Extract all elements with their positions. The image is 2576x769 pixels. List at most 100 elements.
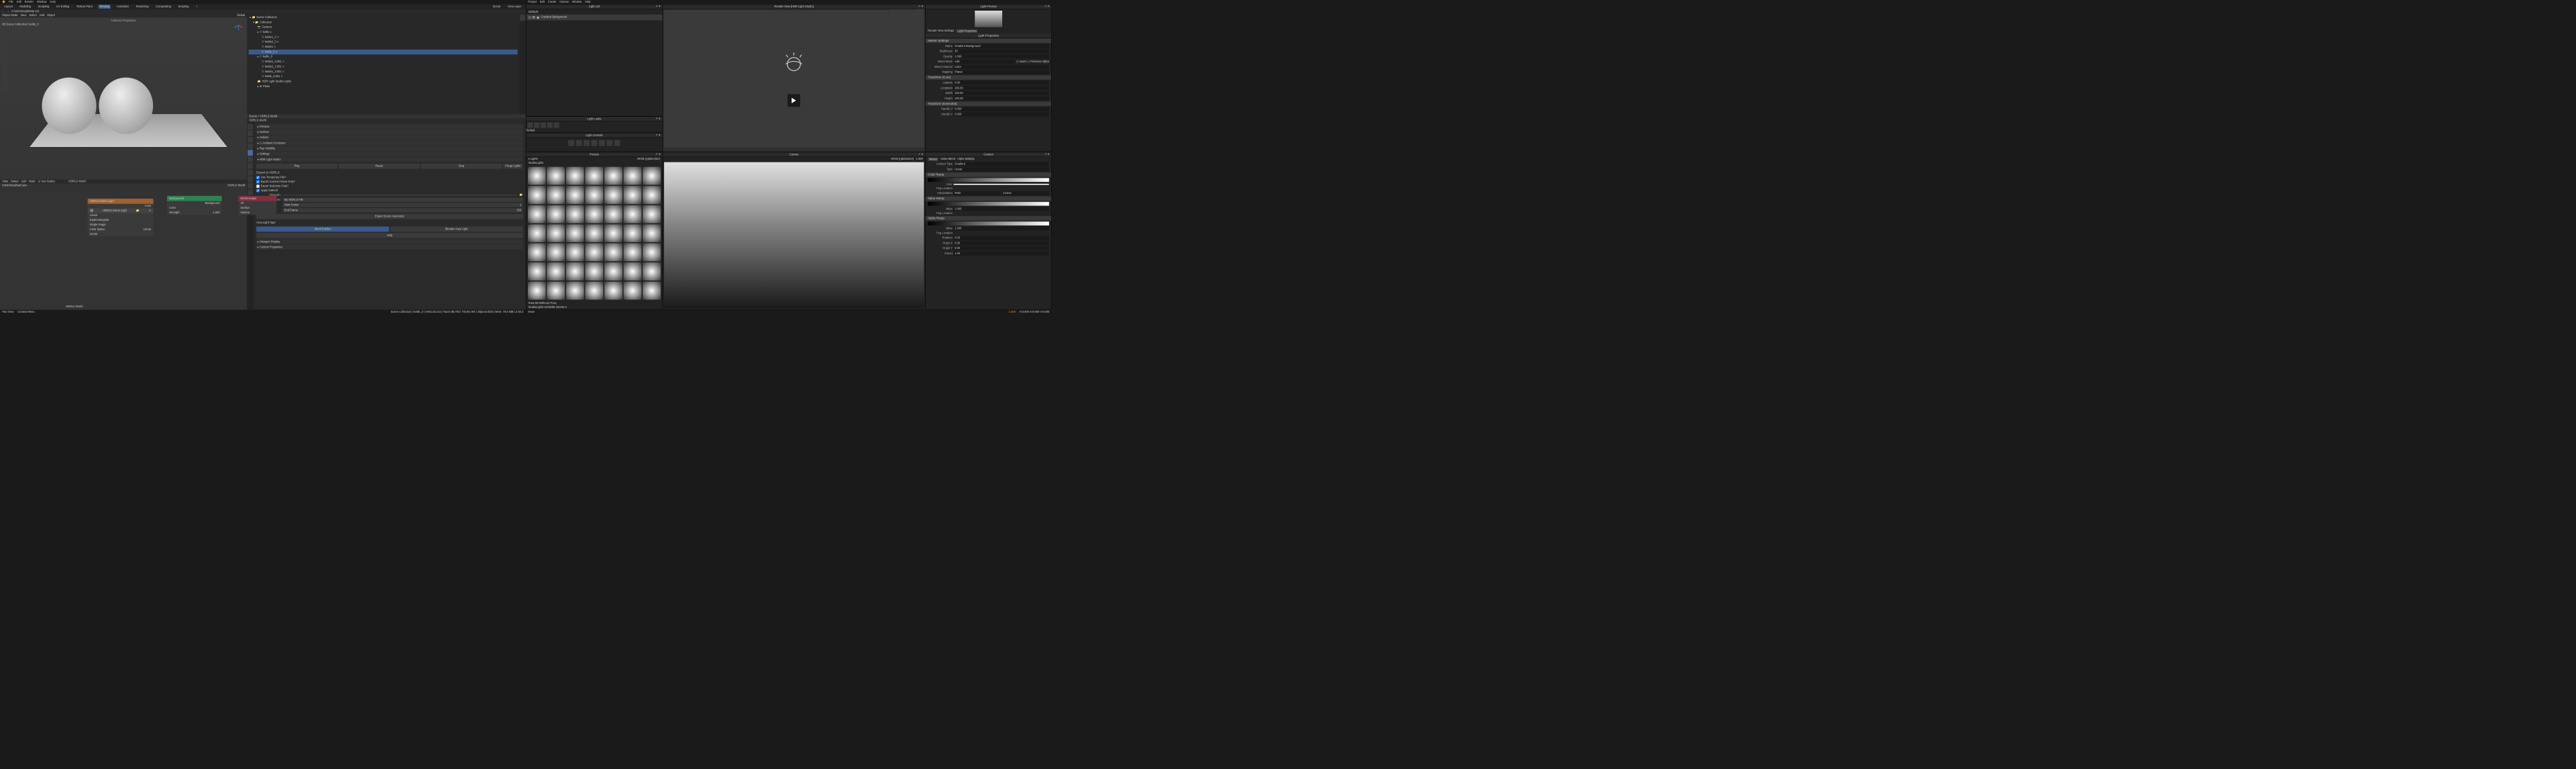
preset[interactable] (643, 224, 661, 242)
look-btn[interactable] (534, 122, 539, 127)
preset[interactable] (604, 244, 623, 262)
cosine[interactable]: Cosine (1002, 191, 1049, 195)
ctrl-btn[interactable] (606, 140, 612, 146)
viewlayer-selector[interactable]: View Layer (506, 5, 522, 9)
preset[interactable] (566, 262, 584, 280)
interp[interactable]: RGB (953, 191, 1000, 195)
sec-settings[interactable]: ▸ Settings (256, 152, 523, 157)
preset[interactable] (623, 167, 641, 185)
sec-vd[interactable]: ▸ Viewport Display (256, 239, 523, 244)
look-btn[interactable] (527, 122, 533, 127)
cs-select[interactable]: sRGB (rgbMonitor) (637, 158, 660, 160)
close-icon[interactable]: ↗ ✕ (918, 5, 924, 7)
tab-rendering[interactable]: Rendering (135, 5, 150, 9)
teapot-1[interactable] (42, 77, 97, 134)
tool-select[interactable] (1, 25, 9, 33)
close-icon[interactable]: ↗ ✕ (655, 134, 661, 136)
blend-select[interactable]: Add (953, 60, 1015, 64)
tool-transform[interactable] (1, 67, 9, 74)
look-btn[interactable] (541, 122, 546, 127)
preset[interactable] (604, 224, 623, 242)
tab-world-icon[interactable] (248, 150, 253, 156)
preset[interactable] (643, 167, 661, 185)
node-select[interactable]: Select (11, 180, 18, 183)
preset[interactable] (566, 186, 584, 204)
preset[interactable] (643, 244, 661, 262)
palpha-check[interactable]: ☐ Preserve Alpha (1027, 60, 1049, 63)
preset[interactable] (604, 205, 623, 223)
ctrl-btn[interactable] (576, 140, 582, 146)
sec-rayvis[interactable]: ▸ Ray Visibility (256, 146, 523, 152)
menu-render[interactable]: Render (25, 1, 34, 3)
rot-input[interactable]: 0.00 (953, 236, 1049, 240)
menu-select[interactable]: Select (29, 14, 36, 17)
ext-input[interactable]: 1.00 (953, 252, 1049, 256)
tab-script[interactable]: Scripting (177, 5, 190, 9)
ctrl-btn[interactable] (568, 140, 574, 146)
preset[interactable] (643, 262, 661, 280)
tab-particle-icon[interactable] (248, 170, 253, 176)
am-tab[interactable]: Alpha Multiply (957, 158, 974, 161)
preset[interactable] (643, 205, 661, 223)
menu-window[interactable]: Window (37, 1, 47, 3)
preset[interactable] (623, 262, 641, 280)
ox-input[interactable]: 0.00 (953, 241, 1049, 245)
tab-texpaint[interactable]: Texture Paint (75, 5, 93, 9)
map-select[interactable]: Planar (953, 70, 1049, 74)
nav-fwd-icon[interactable]: → (7, 10, 9, 13)
preset[interactable] (547, 282, 565, 300)
file-icon[interactable]: 📁 (136, 209, 140, 212)
preset[interactable] (623, 244, 641, 262)
tool-measure[interactable] (1, 83, 9, 91)
preset[interactable] (566, 224, 584, 242)
close-icon[interactable]: ↗ ✕ (655, 117, 661, 120)
tool-move[interactable] (1, 42, 9, 50)
master-tab[interactable]: Master (928, 158, 938, 161)
mode-select[interactable]: Object Mode (2, 14, 17, 17)
teapot-2[interactable] (99, 77, 153, 134)
stop-button[interactable]: Stop (421, 164, 502, 169)
tool-annotate[interactable] (1, 75, 9, 83)
scene-collection[interactable]: ▸ 📁 Scene Collection (249, 15, 518, 19)
start-frame[interactable]: Start Frame 1 (282, 203, 523, 207)
filename-input[interactable]: My HDRLS File (282, 198, 523, 202)
type-select[interactable]: Linear (953, 167, 1049, 171)
menu-file[interactable]: File (9, 1, 13, 3)
close-icon[interactable]: ↗ ✕ (918, 153, 924, 156)
preset[interactable] (604, 186, 623, 204)
hv-input[interactable]: 0.500 (953, 112, 1049, 116)
tab-physics-icon[interactable] (248, 176, 253, 182)
3d-viewport[interactable]: Camera Perspective (0) Scene Collection … (0, 17, 247, 179)
tab-output-icon[interactable] (248, 130, 253, 136)
color-swatch[interactable] (953, 184, 1049, 185)
tab-view-icon[interactable] (248, 137, 253, 143)
world-select[interactable]: HDRLS World (68, 180, 86, 183)
end-frame[interactable]: End Frame 250 (282, 208, 523, 212)
menu-add[interactable]: Add (40, 14, 44, 17)
canvas-body[interactable] (664, 162, 924, 309)
preset[interactable] (585, 224, 603, 242)
value-ramp[interactable]: Value Ramp (926, 197, 1051, 201)
purge-button[interactable]: Purge Lights (503, 164, 523, 169)
sec-ao[interactable]: ▸ ☐ Ambient Occlusion (256, 140, 523, 146)
preset[interactable] (547, 205, 565, 223)
breadcrumb[interactable]: Scene > HDRLS World (250, 115, 278, 117)
orient-global[interactable]: Global (237, 14, 245, 17)
look-btn[interactable] (553, 122, 559, 127)
preset[interactable] (623, 186, 641, 204)
lights-dropdown[interactable]: ▾ Lights (529, 158, 538, 160)
pause-button[interactable]: Pause (339, 164, 420, 169)
tab-render-icon[interactable] (248, 123, 253, 130)
hls-menu-canvas[interactable]: Canvas (559, 1, 569, 3)
hu-input[interactable]: 0.500 (953, 107, 1049, 111)
invert-check[interactable]: ☐ Invert (1016, 60, 1026, 63)
preset[interactable] (566, 244, 584, 262)
light-row[interactable]: ☑ 👁 ▦ Gradient Background (526, 15, 662, 21)
color-ramp[interactable]: Color Ramp (926, 172, 1051, 177)
close-icon[interactable]: ✕ (149, 209, 151, 212)
look-default[interactable]: Default (526, 129, 662, 132)
canvas-cs[interactable]: sRGB (rgbMonitor) (891, 158, 914, 160)
node-node[interactable]: Node (29, 180, 36, 183)
alpha-ramp[interactable]: Alpha Ramp (926, 216, 1051, 221)
look-btn[interactable] (547, 122, 552, 127)
